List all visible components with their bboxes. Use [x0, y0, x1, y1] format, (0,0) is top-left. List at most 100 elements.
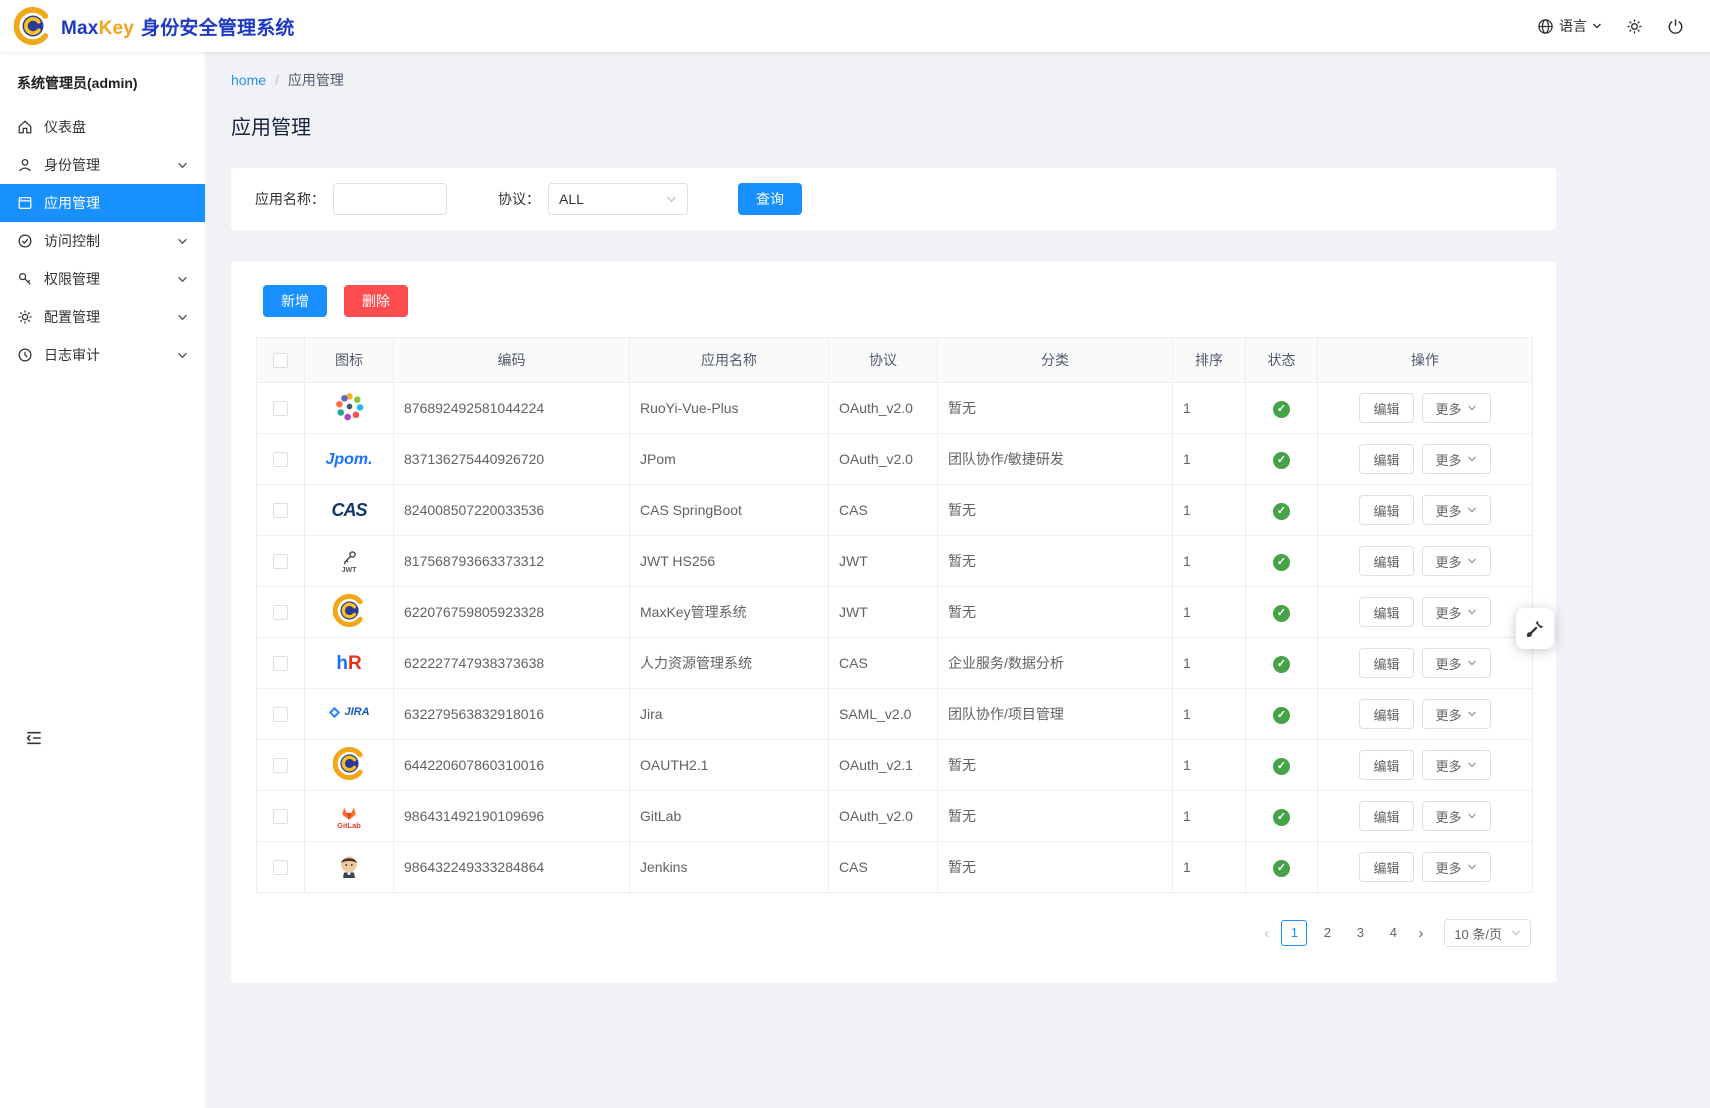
- sidebar-item-permission-management[interactable]: 权限管理: [0, 260, 205, 298]
- row-checkbox[interactable]: [273, 707, 288, 722]
- edit-button[interactable]: 编辑: [1359, 801, 1413, 831]
- more-button[interactable]: 更多: [1422, 495, 1491, 525]
- table-row: 622076759805923328MaxKey管理系统JWT暂无1✓编辑更多: [257, 587, 1533, 638]
- row-checkbox[interactable]: [273, 860, 288, 875]
- protocol-select[interactable]: ALL: [548, 183, 688, 215]
- column-header: 编码: [394, 338, 630, 383]
- sidebar-item-label: 权限管理: [44, 269, 100, 289]
- app-code: 622227747938373638: [394, 638, 630, 689]
- breadcrumb-home-link[interactable]: home: [231, 72, 266, 88]
- more-button[interactable]: 更多: [1422, 546, 1491, 576]
- protocol-label: 协议：: [498, 189, 540, 209]
- row-checkbox[interactable]: [273, 554, 288, 569]
- app-icon-gitlab: GitLab: [337, 802, 361, 830]
- sidebar-item-dashboard[interactable]: 仪表盘: [0, 108, 205, 146]
- chevron-down-icon: [1467, 760, 1477, 770]
- sidebar-item-label: 身份管理: [44, 155, 100, 175]
- settings-gear-icon[interactable]: [1626, 18, 1643, 35]
- sidebar-item-log-audit[interactable]: 日志审计: [0, 336, 205, 374]
- chevron-down-icon: [177, 236, 188, 247]
- edit-button[interactable]: 编辑: [1359, 699, 1413, 729]
- page-number-3[interactable]: 3: [1347, 920, 1373, 946]
- edit-button[interactable]: 编辑: [1359, 648, 1413, 678]
- more-button[interactable]: 更多: [1422, 648, 1491, 678]
- chevron-down-icon: [1592, 21, 1602, 31]
- chevron-down-icon: [666, 194, 677, 205]
- app-window-icon: [17, 195, 33, 211]
- page-number-4[interactable]: 4: [1380, 920, 1406, 946]
- row-checkbox[interactable]: [273, 452, 288, 467]
- breadcrumb: home/应用管理: [231, 70, 1710, 90]
- app-code: 632279563832918016: [394, 689, 630, 740]
- column-header: 分类: [938, 338, 1173, 383]
- edit-button[interactable]: 编辑: [1359, 852, 1413, 882]
- app-code: 876892492581044224: [394, 383, 630, 434]
- next-page-button[interactable]: ›: [1413, 925, 1428, 942]
- app-protocol: OAuth_v2.0: [829, 383, 938, 434]
- edit-button[interactable]: 编辑: [1359, 546, 1413, 576]
- sidebar-item-identity-management[interactable]: 身份管理: [0, 146, 205, 184]
- more-button[interactable]: 更多: [1422, 444, 1491, 474]
- edit-button[interactable]: 编辑: [1359, 750, 1413, 780]
- app-code: 824008507220033536: [394, 485, 630, 536]
- sidebar-item-config-management[interactable]: 配置管理: [0, 298, 205, 336]
- check-circle-icon: ✓: [1273, 809, 1290, 826]
- edit-button[interactable]: 编辑: [1359, 597, 1413, 627]
- breadcrumb-current: 应用管理: [288, 72, 344, 88]
- row-checkbox[interactable]: [273, 605, 288, 620]
- column-header: 状态: [1246, 338, 1318, 383]
- page-number-2[interactable]: 2: [1314, 920, 1340, 946]
- logout-power-icon[interactable]: [1667, 18, 1684, 35]
- prev-page-button[interactable]: ‹: [1259, 925, 1274, 942]
- row-checkbox[interactable]: [273, 503, 288, 518]
- select-all-checkbox[interactable]: [273, 353, 288, 368]
- sidebar-item-app-management[interactable]: 应用管理: [0, 184, 205, 222]
- more-button[interactable]: 更多: [1422, 393, 1491, 423]
- table-panel: 新增 删除 图标编码应用名称协议分类排序状态操作 876892492581044…: [231, 261, 1556, 983]
- table-header-row: 图标编码应用名称协议分类排序状态操作: [257, 338, 1533, 383]
- access-check-icon: [17, 233, 33, 249]
- floating-tools-button[interactable]: [1516, 608, 1554, 649]
- table-row: JIRA632279563832918016JiraSAML_v2.0团队协作/…: [257, 689, 1533, 740]
- table-row: GitLab986431492190109696GitLabOAuth_v2.0…: [257, 791, 1533, 842]
- brand-key: Key: [99, 18, 134, 39]
- check-circle-icon: ✓: [1273, 860, 1290, 877]
- check-circle-icon: ✓: [1273, 401, 1290, 418]
- table-row: 986432249333284864JenkinsCAS暂无1✓编辑更多: [257, 842, 1533, 893]
- app-icon-maxkey: [333, 594, 366, 627]
- column-header: 操作: [1318, 338, 1533, 383]
- add-button[interactable]: 新增: [263, 285, 327, 317]
- more-button[interactable]: 更多: [1422, 699, 1491, 729]
- row-checkbox[interactable]: [273, 401, 288, 416]
- row-checkbox[interactable]: [273, 809, 288, 824]
- edit-button[interactable]: 编辑: [1359, 393, 1413, 423]
- edit-button[interactable]: 编辑: [1359, 495, 1413, 525]
- maxkey-logo-icon: [14, 7, 52, 45]
- app-protocol: SAML_v2.0: [829, 689, 938, 740]
- more-button[interactable]: 更多: [1422, 801, 1491, 831]
- sidebar-item-label: 配置管理: [44, 307, 100, 327]
- language-selector[interactable]: 语言: [1537, 16, 1602, 36]
- app-code: 986431492190109696: [394, 791, 630, 842]
- delete-button[interactable]: 删除: [344, 285, 408, 317]
- column-header: 应用名称: [630, 338, 829, 383]
- page-number-1[interactable]: 1: [1281, 920, 1307, 946]
- row-checkbox[interactable]: [273, 656, 288, 671]
- row-checkbox[interactable]: [273, 758, 288, 773]
- main-content: home/应用管理 应用管理 应用名称： 协议： ALL 查询 新增 删除 图标…: [205, 52, 1710, 1108]
- sidebar-item-access-control[interactable]: 访问控制: [0, 222, 205, 260]
- app-name: MaxKey管理系统: [630, 587, 829, 638]
- more-button[interactable]: 更多: [1422, 597, 1491, 627]
- chevron-down-icon: [1467, 403, 1477, 413]
- more-button[interactable]: 更多: [1422, 750, 1491, 780]
- app-name-input[interactable]: [333, 183, 447, 215]
- page-size-select[interactable]: 10 条/页: [1444, 919, 1531, 947]
- table-row: hR622227747938373638人力资源管理系统CAS企业服务/数据分析…: [257, 638, 1533, 689]
- more-button[interactable]: 更多: [1422, 852, 1491, 882]
- sidebar-item-label: 应用管理: [44, 193, 100, 213]
- edit-button[interactable]: 编辑: [1359, 444, 1413, 474]
- gear-icon: [17, 309, 33, 325]
- collapse-menu-icon[interactable]: [24, 728, 44, 748]
- search-button[interactable]: 查询: [738, 183, 802, 215]
- chevron-down-icon: [177, 274, 188, 285]
